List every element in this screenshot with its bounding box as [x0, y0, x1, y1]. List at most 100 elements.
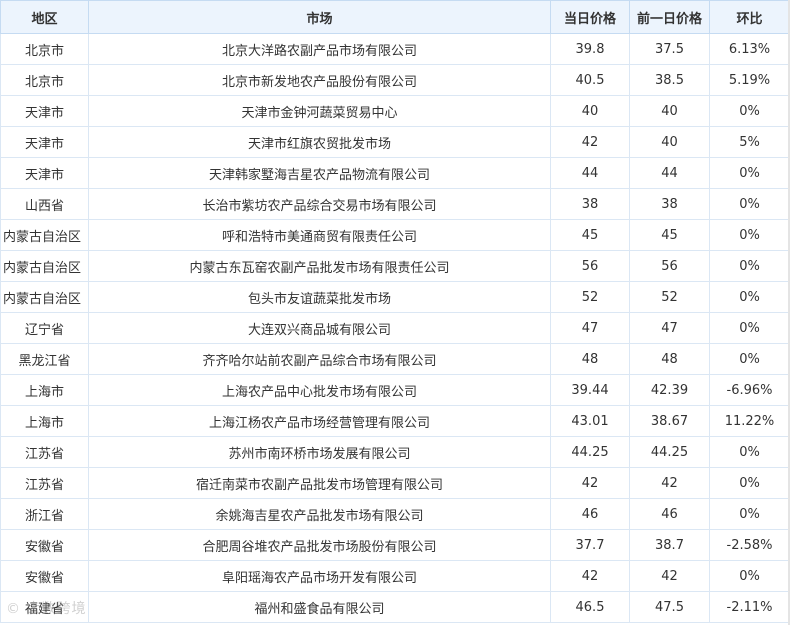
cell-today-price: 39.44	[550, 374, 630, 406]
table-row: 福建省 福州和盛食品有限公司 46.5 47.5 -2.11%	[0, 591, 790, 623]
cell-previous-price: 38.5	[629, 64, 710, 96]
table-row: 安徽省 合肥周谷堆农产品批发市场股份有限公司 37.7 38.7 -2.58%	[0, 529, 790, 561]
cell-market: 天津韩家墅海吉星农产品物流有限公司	[88, 157, 551, 189]
table-row: 黑龙江省 齐齐哈尔站前农副产品综合市场有限公司 48 48 0%	[0, 343, 790, 375]
cell-today-price: 39.8	[550, 33, 630, 65]
cell-ratio: 0%	[709, 498, 790, 530]
cell-market: 包头市友谊蔬菜批发市场	[88, 281, 551, 313]
cell-today-price: 44.25	[550, 436, 630, 468]
column-header-today-price[interactable]: 当日价格	[550, 0, 630, 34]
cell-ratio: 0%	[709, 343, 790, 375]
cell-market: 上海农产品中心批发市场有限公司	[88, 374, 551, 406]
table-row: 天津市 天津市金钟河蔬菜贸易中心 40 40 0%	[0, 95, 790, 127]
cell-market: 大连双兴商品城有限公司	[88, 312, 551, 344]
column-header-previous-price[interactable]: 前一日价格	[629, 0, 710, 34]
table-row: 天津市 天津韩家墅海吉星农产品物流有限公司 44 44 0%	[0, 157, 790, 189]
cell-ratio: 5.19%	[709, 64, 790, 96]
cell-ratio: -2.58%	[709, 529, 790, 561]
cell-region: 江苏省	[0, 467, 89, 499]
cell-previous-price: 42	[629, 560, 710, 592]
table-row: 北京市 北京大洋路农副产品市场有限公司 39.8 37.5 6.13%	[0, 33, 790, 65]
cell-market: 苏州市南环桥市场发展有限公司	[88, 436, 551, 468]
cell-market: 福州和盛食品有限公司	[88, 591, 551, 623]
table-row: 内蒙古自治区 包头市友谊蔬菜批发市场 52 52 0%	[0, 281, 790, 313]
cell-ratio: 0%	[709, 95, 790, 127]
cell-today-price: 40.5	[550, 64, 630, 96]
cell-today-price: 38	[550, 188, 630, 220]
cell-ratio: 0%	[709, 467, 790, 499]
cell-previous-price: 38.67	[629, 405, 710, 437]
column-header-ratio[interactable]: 环比	[709, 0, 790, 34]
cell-previous-price: 40	[629, 95, 710, 127]
cell-previous-price: 46	[629, 498, 710, 530]
column-header-market[interactable]: 市场	[88, 0, 551, 34]
table-header-row: 地区 市场 当日价格 前一日价格 环比	[0, 0, 790, 34]
table-row: 内蒙古自治区 呼和浩特市美通商贸有限责任公司 45 45 0%	[0, 219, 790, 251]
cell-today-price: 56	[550, 250, 630, 282]
cell-previous-price: 44.25	[629, 436, 710, 468]
cell-market: 北京市新发地农产品股份有限公司	[88, 64, 551, 96]
cell-today-price: 47	[550, 312, 630, 344]
table-row: 浙江省 余姚海吉星农产品批发市场有限公司 46 46 0%	[0, 498, 790, 530]
cell-previous-price: 38	[629, 188, 710, 220]
cell-ratio: 5%	[709, 126, 790, 158]
table-row: 上海市 上海江杨农产品市场经营管理有限公司 43.01 38.67 11.22%	[0, 405, 790, 437]
cell-region: 天津市	[0, 95, 89, 127]
cell-today-price: 37.7	[550, 529, 630, 561]
cell-region: 北京市	[0, 33, 89, 65]
cell-region: 内蒙古自治区	[0, 219, 89, 251]
column-header-region[interactable]: 地区	[0, 0, 89, 34]
cell-today-price: 44	[550, 157, 630, 189]
cell-today-price: 42	[550, 467, 630, 499]
cell-region: 安徽省	[0, 560, 89, 592]
cell-ratio: 0%	[709, 219, 790, 251]
cell-market: 余姚海吉星农产品批发市场有限公司	[88, 498, 551, 530]
cell-previous-price: 42.39	[629, 374, 710, 406]
cell-previous-price: 56	[629, 250, 710, 282]
cell-today-price: 46	[550, 498, 630, 530]
cell-today-price: 42	[550, 560, 630, 592]
cell-market: 呼和浩特市美通商贸有限责任公司	[88, 219, 551, 251]
cell-region: 江苏省	[0, 436, 89, 468]
cell-ratio: 6.13%	[709, 33, 790, 65]
cell-ratio: 0%	[709, 312, 790, 344]
cell-ratio: 0%	[709, 281, 790, 313]
cell-region: 福建省	[0, 591, 89, 623]
cell-market: 齐齐哈尔站前农副产品综合市场有限公司	[88, 343, 551, 375]
cell-today-price: 52	[550, 281, 630, 313]
cell-region: 天津市	[0, 126, 89, 158]
cell-region: 辽宁省	[0, 312, 89, 344]
table-row: 北京市 北京市新发地农产品股份有限公司 40.5 38.5 5.19%	[0, 64, 790, 96]
cell-market: 内蒙古东瓦窑农副产品批发市场有限责任公司	[88, 250, 551, 282]
cell-market: 长治市紫坊农产品综合交易市场有限公司	[88, 188, 551, 220]
cell-market: 上海江杨农产品市场经营管理有限公司	[88, 405, 551, 437]
cell-market: 北京大洋路农副产品市场有限公司	[88, 33, 551, 65]
table-row: 内蒙古自治区 内蒙古东瓦窑农副产品批发市场有限责任公司 56 56 0%	[0, 250, 790, 282]
cell-today-price: 46.5	[550, 591, 630, 623]
cell-previous-price: 48	[629, 343, 710, 375]
cell-ratio: 0%	[709, 157, 790, 189]
cell-previous-price: 52	[629, 281, 710, 313]
cell-region: 浙江省	[0, 498, 89, 530]
cell-region: 黑龙江省	[0, 343, 89, 375]
cell-previous-price: 47	[629, 312, 710, 344]
cell-market: 天津市金钟河蔬菜贸易中心	[88, 95, 551, 127]
cell-region: 天津市	[0, 157, 89, 189]
cell-ratio: -6.96%	[709, 374, 790, 406]
table-row: 安徽省 阜阳瑶海农产品市场开发有限公司 42 42 0%	[0, 560, 790, 592]
cell-market: 阜阳瑶海农产品市场开发有限公司	[88, 560, 551, 592]
price-table: 地区 市场 当日价格 前一日价格 环比 北京市 北京大洋路农副产品市场有限公司 39…	[0, 0, 790, 623]
cell-ratio: -2.11%	[709, 591, 790, 623]
cell-ratio: 0%	[709, 560, 790, 592]
cell-today-price: 48	[550, 343, 630, 375]
cell-today-price: 40	[550, 95, 630, 127]
cell-region: 上海市	[0, 374, 89, 406]
table-body: 北京市 北京大洋路农副产品市场有限公司 39.8 37.5 6.13% 北京市 北京市新发地…	[0, 33, 790, 623]
cell-region: 山西省	[0, 188, 89, 220]
cell-ratio: 0%	[709, 188, 790, 220]
cell-previous-price: 42	[629, 467, 710, 499]
cell-ratio: 11.22%	[709, 405, 790, 437]
cell-previous-price: 45	[629, 219, 710, 251]
cell-previous-price: 47.5	[629, 591, 710, 623]
cell-region: 安徽省	[0, 529, 89, 561]
